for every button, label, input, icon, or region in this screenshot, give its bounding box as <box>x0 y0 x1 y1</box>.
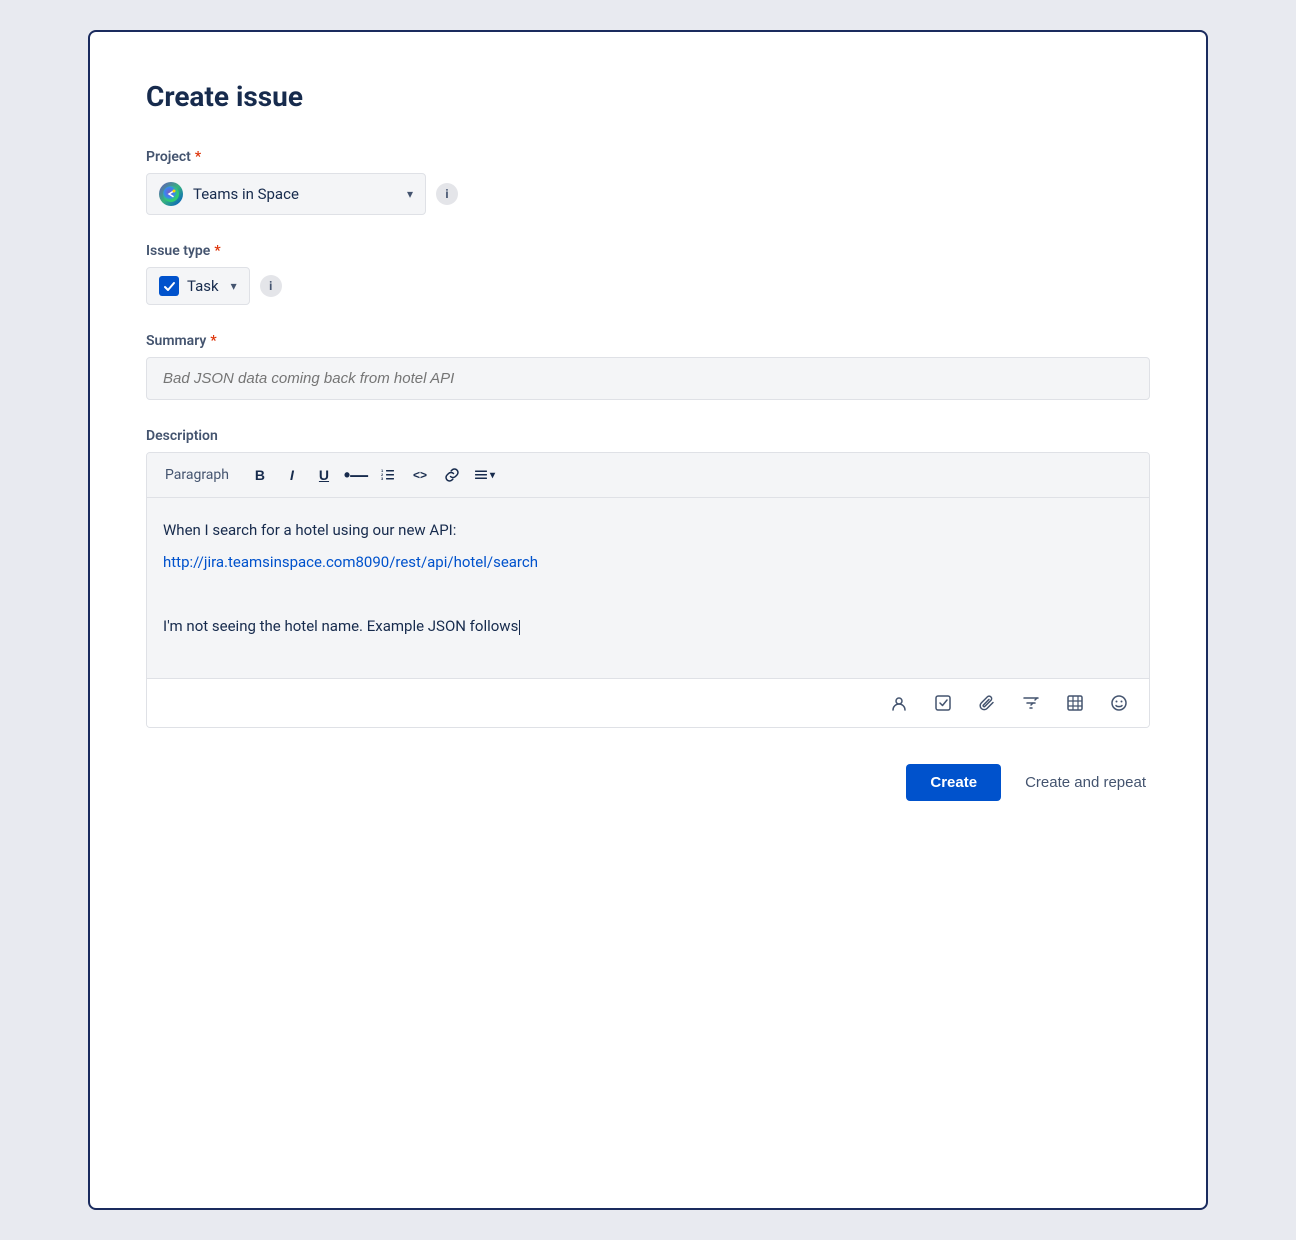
summary-required-star: * <box>210 333 216 349</box>
text-cursor <box>519 620 520 635</box>
description-line-2: http://jira.teamsinspace.com8090/rest/ap… <box>163 550 1133 574</box>
table-icon[interactable] <box>1061 689 1089 717</box>
editor-toolbar: Paragraph B I U •— 123 <> ▾ <box>147 453 1149 498</box>
page-title: Create issue <box>146 80 1150 113</box>
toolbar-code-button[interactable]: <> <box>405 461 435 489</box>
editor-footer <box>147 678 1149 727</box>
project-required-star: * <box>195 149 201 165</box>
toolbar-italic-button[interactable]: I <box>277 461 307 489</box>
issue-type-info-icon[interactable]: i <box>260 275 282 297</box>
svg-text:3: 3 <box>381 476 384 481</box>
create-button[interactable]: Create <box>906 764 1001 801</box>
description-editor: Paragraph B I U •— 123 <> ▾ When I searc… <box>146 452 1150 728</box>
description-link[interactable]: http://jira.teamsinspace.com8090/rest/ap… <box>163 553 538 571</box>
toolbar-bullet-list-button[interactable]: •— <box>341 461 371 489</box>
project-name: Teams in Space <box>193 185 397 203</box>
emoji-icon[interactable] <box>1105 689 1133 717</box>
task-icon <box>159 276 179 296</box>
dialog-actions: Create Create and repeat <box>146 764 1150 801</box>
issue-type-field-group: Issue type * Task ▾ i <box>146 243 1150 305</box>
issue-type-chevron-icon: ▾ <box>231 279 237 293</box>
description-line-4: I'm not seeing the hotel name. Example J… <box>163 614 1133 638</box>
summary-input[interactable] <box>146 357 1150 400</box>
attachment-icon[interactable] <box>973 689 1001 717</box>
issue-type-select-wrapper: Task ▾ i <box>146 267 1150 305</box>
issue-type-select[interactable]: Task ▾ <box>146 267 250 305</box>
action-item-icon[interactable] <box>929 689 957 717</box>
description-line-1: When I search for a hotel using our new … <box>163 518 1133 542</box>
create-issue-dialog: Create issue Project * <box>88 30 1208 1210</box>
issue-type-name: Task <box>187 277 219 295</box>
mention-icon[interactable] <box>885 689 913 717</box>
toolbar-bold-button[interactable]: B <box>245 461 275 489</box>
project-field-group: Project * <box>146 149 1150 215</box>
summary-label: Summary * <box>146 333 1150 349</box>
description-field-group: Description Paragraph B I U •— 123 <> ▾ <box>146 428 1150 728</box>
description-label: Description <box>146 428 1150 444</box>
project-info-icon[interactable]: i <box>436 183 458 205</box>
project-select[interactable]: Teams in Space ▾ <box>146 173 426 215</box>
editor-content-area[interactable]: When I search for a hotel using our new … <box>147 498 1149 678</box>
project-icon <box>159 182 183 206</box>
description-line-3 <box>163 582 1133 606</box>
issue-type-required-star: * <box>214 243 220 259</box>
issue-type-label: Issue type * <box>146 243 1150 259</box>
toolbar-paragraph[interactable]: Paragraph <box>159 463 235 487</box>
project-label: Project * <box>146 149 1150 165</box>
project-chevron-icon: ▾ <box>407 187 413 201</box>
toolbar-link-button[interactable] <box>437 461 467 489</box>
summary-field-group: Summary * <box>146 333 1150 400</box>
project-select-wrapper: Teams in Space ▾ i <box>146 173 1150 215</box>
toolbar-numbered-list-button[interactable]: 123 <box>373 461 403 489</box>
filter-icon[interactable] <box>1017 689 1045 717</box>
toolbar-align-button[interactable]: ▾ <box>469 461 499 489</box>
toolbar-underline-button[interactable]: U <box>309 461 339 489</box>
create-and-repeat-button[interactable]: Create and repeat <box>1021 764 1150 801</box>
